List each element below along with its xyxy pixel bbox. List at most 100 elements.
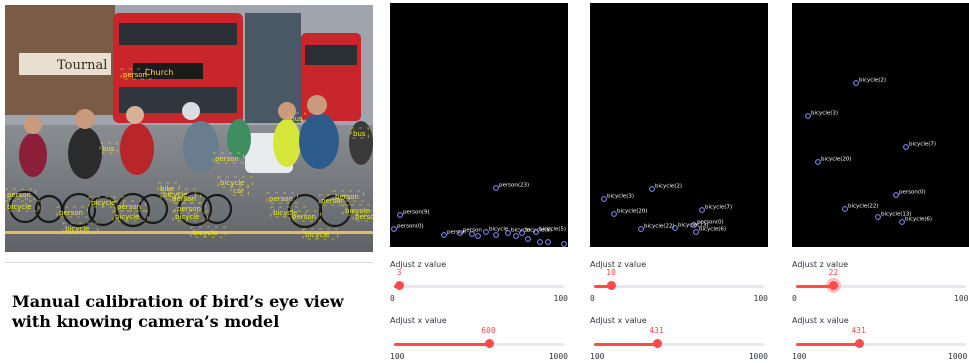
detection-label: bicycle [7, 203, 31, 211]
bev-point-label: bicycle(7) [705, 205, 732, 211]
divider [5, 262, 373, 263]
z-slider-track[interactable] [394, 285, 564, 288]
x-slider-label: Adjust x value [792, 316, 849, 325]
bev-point-label: bicycle(22) [644, 224, 675, 230]
bev-panel-3: bicycle(2) bicycle(3) bicycle(7) bicycle(20… [792, 3, 969, 361]
x-slider-value: 431 [851, 326, 866, 335]
bev-panel-1: person(23) person(9) person(0) person person… [390, 3, 568, 361]
bev-point [693, 229, 699, 235]
detection-label: bicycle [65, 225, 89, 233]
z-slider[interactable]: 22 [796, 268, 966, 293]
detection-label: bicycle [193, 229, 217, 237]
x-slider-fill [594, 343, 657, 346]
second-bus-window [305, 45, 357, 65]
x-slider-value: 431 [649, 326, 664, 335]
bev-point-label: bicycle(3) [607, 194, 634, 200]
x-slider-min: 100 [390, 352, 405, 361]
detection-label: person [335, 193, 359, 201]
z-slider-max: 100 [553, 294, 568, 303]
z-slider-value: 22 [828, 268, 839, 277]
bev-point [493, 232, 499, 238]
bev-point-label: person [463, 228, 482, 234]
x-slider-track[interactable] [594, 343, 764, 346]
bev-point [699, 207, 705, 213]
bev-point [893, 192, 899, 198]
bev-point [493, 185, 499, 191]
x-slider-min: 100 [792, 352, 807, 361]
x-slider-min: 100 [590, 352, 605, 361]
z-slider-thumb[interactable] [829, 281, 839, 290]
detection-label: bicycle [220, 179, 244, 187]
bev-point-label: person(0) [899, 190, 926, 196]
detection-label: bicycle [115, 213, 139, 221]
z-slider-track[interactable] [796, 285, 966, 288]
z-slider[interactable]: 3 [394, 268, 564, 293]
bev-point [875, 214, 881, 220]
detection-label: person [269, 195, 293, 203]
bev-point [842, 206, 848, 212]
x-slider-max: 1000 [748, 352, 768, 361]
bev-point-label: bicycle(22) [848, 204, 879, 210]
z-slider-max: 100 [954, 294, 969, 303]
birds-eye-view-1: person(23) person(9) person(0) person person… [390, 3, 568, 247]
x-slider-label: Adjust x value [390, 316, 447, 325]
bev-point-label: person(0) [397, 224, 424, 230]
bev-point-label: bicycle(7) [909, 142, 936, 148]
z-slider-min: 0 [792, 294, 797, 303]
z-slider-thumb[interactable] [395, 281, 405, 290]
bev-point-label: bicycle(20) [617, 209, 648, 215]
x-slider-thumb[interactable] [484, 339, 494, 348]
bev-point [513, 233, 519, 239]
caption-text: Manual calibration of bird’s eye view wi… [12, 292, 344, 331]
bus-upper-window [119, 23, 237, 45]
bev-point [525, 236, 531, 242]
z-slider-label: Adjust z value [590, 260, 647, 269]
street-scene: Tournal Church personbusbusbusbikeperson… [5, 5, 373, 252]
detection-label: bus [290, 115, 303, 123]
bev-point-label: bicycle(6) [699, 227, 726, 233]
bev-point [638, 226, 644, 232]
detection-label: bicycle [305, 231, 329, 239]
detection-label: bicycle [175, 213, 199, 221]
x-slider-track[interactable] [394, 343, 564, 346]
bev-point-label: bicycle(2) [859, 78, 886, 84]
birds-eye-view-2: bicycle(2) bicycle(3) bicycle(7) bicycle(20… [590, 3, 768, 247]
x-slider-max: 1000 [548, 352, 568, 361]
detection-label: bus [353, 130, 366, 138]
bev-point [391, 226, 397, 232]
bev-point [483, 229, 489, 235]
bev-point [899, 219, 905, 225]
x-slider-track[interactable] [796, 343, 966, 346]
detection-label: person [59, 209, 83, 217]
x-slider-thumb[interactable] [652, 339, 662, 348]
x-slider[interactable]: 431 [594, 326, 764, 351]
z-slider-thumb[interactable] [607, 281, 616, 290]
x-slider-thumb[interactable] [854, 339, 864, 348]
detection-photo: Tournal Church person bus bus bus bike p… [5, 5, 373, 252]
z-slider-label: Adjust z value [792, 260, 849, 269]
bev-point [815, 159, 821, 165]
bev-point-label: bicycle(2) [655, 184, 682, 190]
x-slider-fill [394, 343, 489, 346]
detection-label: car [233, 187, 244, 195]
x-slider-max: 1000 [948, 352, 968, 361]
z-slider[interactable]: 10 [594, 268, 764, 293]
bev-point [805, 113, 811, 119]
bev-point [649, 186, 655, 192]
x-slider[interactable]: 431 [796, 326, 966, 351]
bev-point-label: bicycle(5) [539, 227, 566, 233]
z-slider-value: 10 [606, 268, 616, 277]
x-slider[interactable]: 600 [394, 326, 564, 351]
z-slider-value: 3 [396, 268, 402, 277]
z-slider-track[interactable] [594, 285, 764, 288]
detection-label: person [355, 213, 373, 221]
bev-point [853, 80, 859, 86]
detection-label: person [177, 205, 201, 213]
z-slider-fill [796, 285, 834, 288]
bev-panel-2: bicycle(2) bicycle(3) bicycle(7) bicycle(20… [590, 3, 768, 361]
detection-label: person [7, 191, 31, 199]
bev-point [561, 241, 567, 247]
detection-label: person [172, 195, 196, 203]
bus-destination-text: Church [145, 68, 173, 77]
z-slider-min: 0 [390, 294, 395, 303]
